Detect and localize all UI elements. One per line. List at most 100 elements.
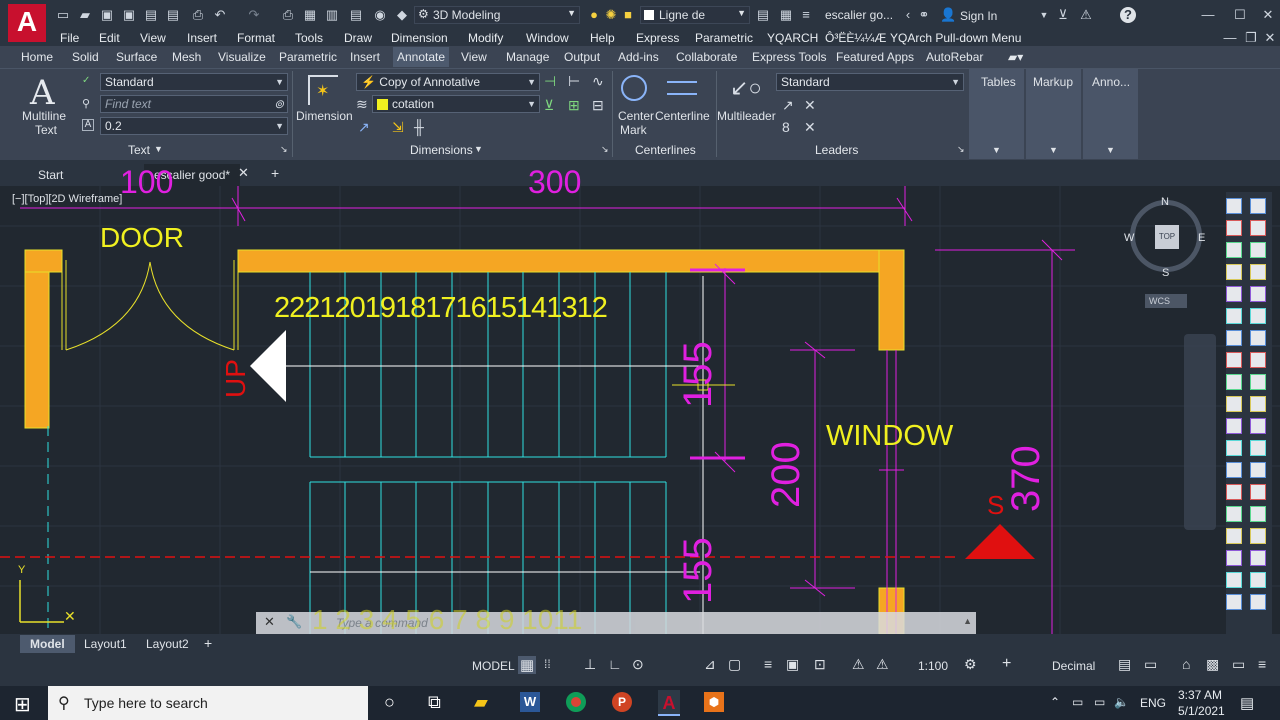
tool-palette-icon[interactable]	[1250, 440, 1266, 456]
collect-leader-icon[interactable]: ✕	[804, 119, 816, 136]
add-icon[interactable]: +	[1002, 655, 1011, 673]
doc-minimize-icon[interactable]: —	[1222, 30, 1238, 46]
clock-time[interactable]: 3:37 AM	[1178, 688, 1222, 702]
annotation-monitor-icon[interactable]: ▣	[786, 656, 799, 673]
units-label[interactable]: Decimal	[1052, 659, 1095, 673]
tool-palette-icon[interactable]	[1226, 198, 1242, 214]
tool-palette-icon[interactable]	[1226, 374, 1242, 390]
file-explorer-icon[interactable]: ▰	[474, 692, 488, 713]
tool-palette-icon[interactable]	[1226, 220, 1242, 236]
tool-palette-icon[interactable]	[1226, 550, 1242, 566]
doc-close-icon[interactable]: ✕	[1262, 30, 1278, 46]
tab-manage[interactable]: Manage	[506, 49, 549, 65]
tool-palette-icon[interactable]	[1226, 242, 1242, 258]
tool-palette-icon[interactable]	[1226, 264, 1242, 280]
osnap-icon[interactable]: ⊙	[632, 656, 644, 673]
tool-palette-icon[interactable]	[1250, 418, 1266, 434]
tab-solid[interactable]: Solid	[72, 49, 99, 65]
workspace-dropdown[interactable]: ⚙ 3D Modeling ▼	[414, 6, 580, 24]
tool-palette-icon[interactable]	[1250, 264, 1266, 280]
tray-chevron-icon[interactable]: ⌃	[1050, 695, 1060, 709]
tool-palette-icon[interactable]	[1250, 594, 1266, 610]
toolbar-icon-d[interactable]: ◉	[372, 7, 388, 23]
display-icon[interactable]: ▭	[1094, 695, 1105, 709]
panel-launcher-icon[interactable]: ↘	[601, 144, 609, 155]
annotation-panel[interactable]: Anno... ▼	[1083, 69, 1138, 159]
network-icon[interactable]: ▭	[1072, 695, 1083, 709]
cortana-icon[interactable]: ○	[384, 692, 395, 713]
menu-draw[interactable]: Draw	[344, 30, 372, 46]
save-icon[interactable]: ▣	[99, 7, 115, 23]
close-icon[interactable]: ✕	[1260, 7, 1276, 23]
tool-palette-icon[interactable]	[1250, 286, 1266, 302]
dim-tool-icon-9[interactable]: ╫	[414, 119, 424, 135]
grid-icon[interactable]: ▦	[518, 656, 537, 674]
ribbon-toggle-icon[interactable]: ▰▾	[1008, 49, 1023, 65]
tool-palette-icon[interactable]	[1250, 506, 1266, 522]
dim-tool-icon-2[interactable]: ⊢	[568, 73, 580, 90]
selection-cycling-icon[interactable]: ≡	[764, 656, 772, 672]
panel-launcher-icon[interactable]: ↘	[280, 144, 288, 155]
menu-dimension[interactable]: Dimension	[391, 30, 448, 46]
tab-model[interactable]: Model	[20, 635, 75, 653]
cart-icon[interactable]: ⊻	[1055, 7, 1071, 23]
menu-tools[interactable]: Tools	[295, 30, 323, 46]
tool-palette-icon[interactable]	[1250, 462, 1266, 478]
dim-tool-icon-7[interactable]: ↗	[358, 119, 370, 136]
dim-tool-icon-4[interactable]: ⊻	[544, 97, 554, 114]
clean-screen-icon[interactable]: ▭	[1232, 656, 1245, 673]
navigation-bar[interactable]	[1184, 334, 1216, 530]
toolbar-icon-a[interactable]: ▦	[302, 7, 318, 23]
align-leader-icon[interactable]: 8	[782, 119, 790, 135]
viewcube[interactable]: TOP	[1130, 200, 1202, 272]
open-web-icon[interactable]: ▤	[165, 7, 181, 23]
units-icon[interactable]: ⊡	[814, 656, 826, 673]
autocad-taskbar-icon[interactable]: A	[658, 690, 680, 716]
workspace-gear-icon[interactable]: ⚙	[964, 656, 977, 673]
viewcube-north[interactable]: N	[1161, 196, 1169, 208]
dim-tool-icon-1[interactable]: ⊣	[544, 73, 556, 90]
dimensions-panel-title[interactable]: Dimensions	[410, 143, 473, 157]
tool-palette-icon[interactable]	[1250, 528, 1266, 544]
scale-dropdown[interactable]: 1:100	[918, 659, 948, 673]
transparency-icon[interactable]: ▢	[728, 656, 741, 673]
chevron-up-icon[interactable]: ▲	[963, 616, 972, 626]
viewcube-west[interactable]: W	[1124, 232, 1134, 244]
minimize-icon[interactable]: —	[1200, 7, 1216, 23]
tool-palette-icon[interactable]	[1250, 484, 1266, 500]
search-nav-icon[interactable]: ‹	[900, 7, 916, 23]
multiline-text-button[interactable]: A Multiline Text	[18, 71, 72, 137]
lineweight-icon[interactable]: ⊿	[704, 656, 716, 673]
tab-insert[interactable]: Insert	[350, 49, 380, 65]
tab-autorebar[interactable]: AutoRebar	[926, 49, 983, 65]
dim-tool-icon-6[interactable]: ⊟	[592, 97, 604, 114]
help-icon[interactable]: ?	[1120, 7, 1136, 23]
remove-leader-icon[interactable]: ✕	[804, 97, 816, 114]
toolbar-icon-e[interactable]: ◆	[394, 7, 410, 23]
sun-icon[interactable]: ✺	[603, 7, 619, 23]
tab-layout2[interactable]: Layout2	[146, 637, 189, 651]
menu-help[interactable]: Help	[590, 30, 615, 46]
tab-mesh[interactable]: Mesh	[172, 49, 201, 65]
maximize-icon[interactable]: ☐	[1232, 7, 1248, 23]
tab-layout1[interactable]: Layout1	[84, 637, 127, 651]
tool-palette-icon[interactable]	[1226, 528, 1242, 544]
tool-palette-icon[interactable]	[1226, 396, 1242, 412]
tab-add-ins[interactable]: Add-ins	[618, 49, 659, 65]
text-panel-title[interactable]: Text	[128, 143, 150, 157]
tool-palette-icon[interactable]	[1250, 396, 1266, 412]
doc-restore-icon[interactable]: ❐	[1243, 30, 1259, 46]
markup-panel[interactable]: Markup ▼	[1026, 69, 1081, 159]
clock-date[interactable]: 5/1/2021	[1178, 704, 1225, 718]
menu-file[interactable]: File	[60, 30, 79, 46]
save-as-icon[interactable]: ▣	[121, 7, 137, 23]
tables-panel[interactable]: Tables ▼	[969, 69, 1024, 159]
polar-icon[interactable]: ∟	[608, 656, 622, 672]
customize-icon[interactable]: ≡	[798, 7, 814, 23]
centerline-button[interactable]: Centerline	[655, 71, 711, 137]
language-indicator[interactable]: ENG	[1140, 696, 1166, 710]
lock-icon[interactable]: ■	[620, 7, 636, 23]
toolbar-icon-b[interactable]: ▥	[324, 7, 340, 23]
undo-icon[interactable]: ↶	[212, 7, 228, 23]
tab-home[interactable]: Home	[21, 49, 53, 65]
